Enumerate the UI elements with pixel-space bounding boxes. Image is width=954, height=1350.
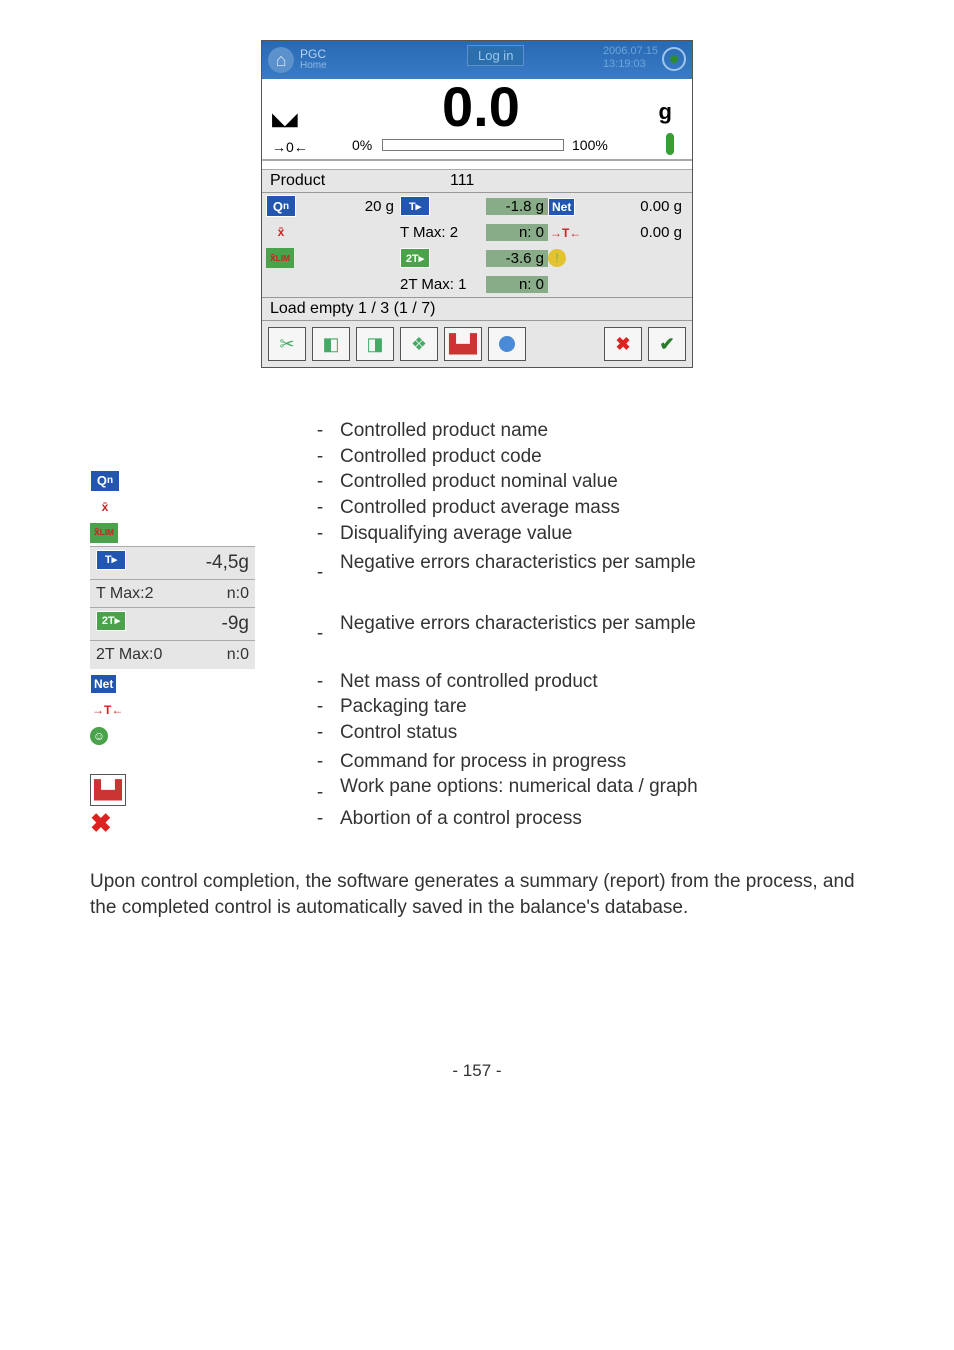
legend-item: Abortion of a control process [340,806,864,832]
legend-box1-label: T Max:2 [96,583,154,605]
qn-value: 20 g [326,198,400,215]
legend-desc: Negative errors characteristics per samp… [340,546,864,576]
chart-button[interactable]: ▙▟ [444,327,482,361]
legend-item: Command for process in progress [340,749,864,775]
home-icon[interactable]: ⌂ [268,47,294,73]
legend-t-icon: T▸ [96,550,126,570]
progress-right: 100% [572,137,608,153]
mode-label: PGC [300,48,327,60]
fn1-button[interactable]: ◧ [312,327,350,361]
legend-item: Controlled product name [340,418,864,444]
legend-box1-n: n:0 [227,583,249,605]
legend-box2-label: 2T Max:0 [96,644,162,666]
fn2-button[interactable]: ◨ [356,327,394,361]
level-icon: ◣◢ [272,109,296,130]
toolbar: ✂ ◧ ◨ ❖ ▙▟ ✖ ✔ [262,320,692,367]
data-block: Qn 20 g T▸ -1.8 g Net 0.00 g x̄ T Max: 2… [262,193,692,297]
xbar-icon: x̄ [266,221,296,243]
2t-value: -3.6 g [486,250,548,267]
page-number: - 157 - [90,1061,864,1081]
legend-item: Net mass of controlled product [340,669,864,695]
cancel-button[interactable]: ✖ [604,327,642,361]
legend-status-icon: ☺ [90,727,108,745]
record-button[interactable] [488,327,526,361]
product-code: 111 [450,172,474,190]
legend-desc: Negative errors characteristics per samp… [340,607,864,637]
legend-xbar-icon: x̄ [90,496,120,518]
home-label: Home [300,60,327,72]
weight-readout: ◣◢ 0.0 g →0← 0% 100% [262,79,692,160]
net-far-value: 0.00 g [590,198,692,215]
legend-item: Controlled product nominal value [340,469,864,495]
tmax-label: T Max: 2 [400,224,486,241]
legend-item: Controlled product code [340,444,864,470]
legend-item: Disqualifying average value [340,521,864,547]
legend-box2-n: n:0 [227,644,249,666]
status-indicator-icon [662,47,686,71]
t-plus-icon: →T← [548,225,583,241]
app-screenshot: ⌂ PGC Home Log in 2006.07.15 13:19:03 ◣◢… [261,40,693,368]
header-bar: ⌂ PGC Home Log in 2006.07.15 13:19:03 [262,41,692,79]
thermometer-icon [666,133,674,155]
2tmax-n: n: 0 [486,276,548,293]
legend-abort-icon: ✖ [90,806,112,841]
product-label: Product [270,172,450,190]
legend-chart-icon: ▙▟ [90,774,126,806]
load-status: Load empty 1 / 3 (1 / 7) [262,297,692,320]
net-icon: Net [548,198,575,216]
xlim-icon: x̄LIM [266,248,294,268]
legend-box2-val: -9g [222,611,249,637]
legend: Qn x̄ x̄LIM ----- Controlled product nam… [90,418,864,841]
legend-2t-icon: 2T▸ [96,611,126,631]
tools-button[interactable]: ✂ [268,327,306,361]
tmax-n: n: 0 [486,224,548,241]
legend-qn-icon: Qn [90,470,120,492]
weight-unit: g [659,99,672,125]
legend-item: Controlled product average mass [340,495,864,521]
legend-net-icon: Net [90,674,117,694]
login-button[interactable]: Log in [467,45,524,66]
t-value: -1.8 g [486,198,548,215]
legend-item: Packaging tare [340,694,864,720]
progress-bar [382,139,564,151]
datetime: 2006.07.15 13:19:03 [603,41,658,71]
legend-box1-val: -4,5g [206,550,249,576]
progress-left: 0% [352,137,372,153]
weight-value: 0.0 [442,79,520,135]
confirm-button[interactable]: ✔ [648,327,686,361]
paragraph: Upon control completion, the software ge… [90,869,864,920]
2tmax-label: 2T Max: 1 [400,276,486,293]
zero-marker: →0← [272,139,308,155]
legend-item: Control status [340,720,864,746]
legend-tare-icon: →T← [90,701,125,719]
product-row: Product 111 [262,170,692,193]
warn-icon: ! [548,249,566,267]
fn3-button[interactable]: ❖ [400,327,438,361]
legend-item: Work pane options: numerical data / grap… [340,774,864,800]
2t-to-icon: 2T▸ [400,248,430,268]
t-to-icon: T▸ [400,196,430,216]
tplus-far-value: 0.00 g [590,224,692,241]
qn-icon: Qn [266,195,296,217]
legend-xlim-icon: x̄LIM [90,523,118,543]
